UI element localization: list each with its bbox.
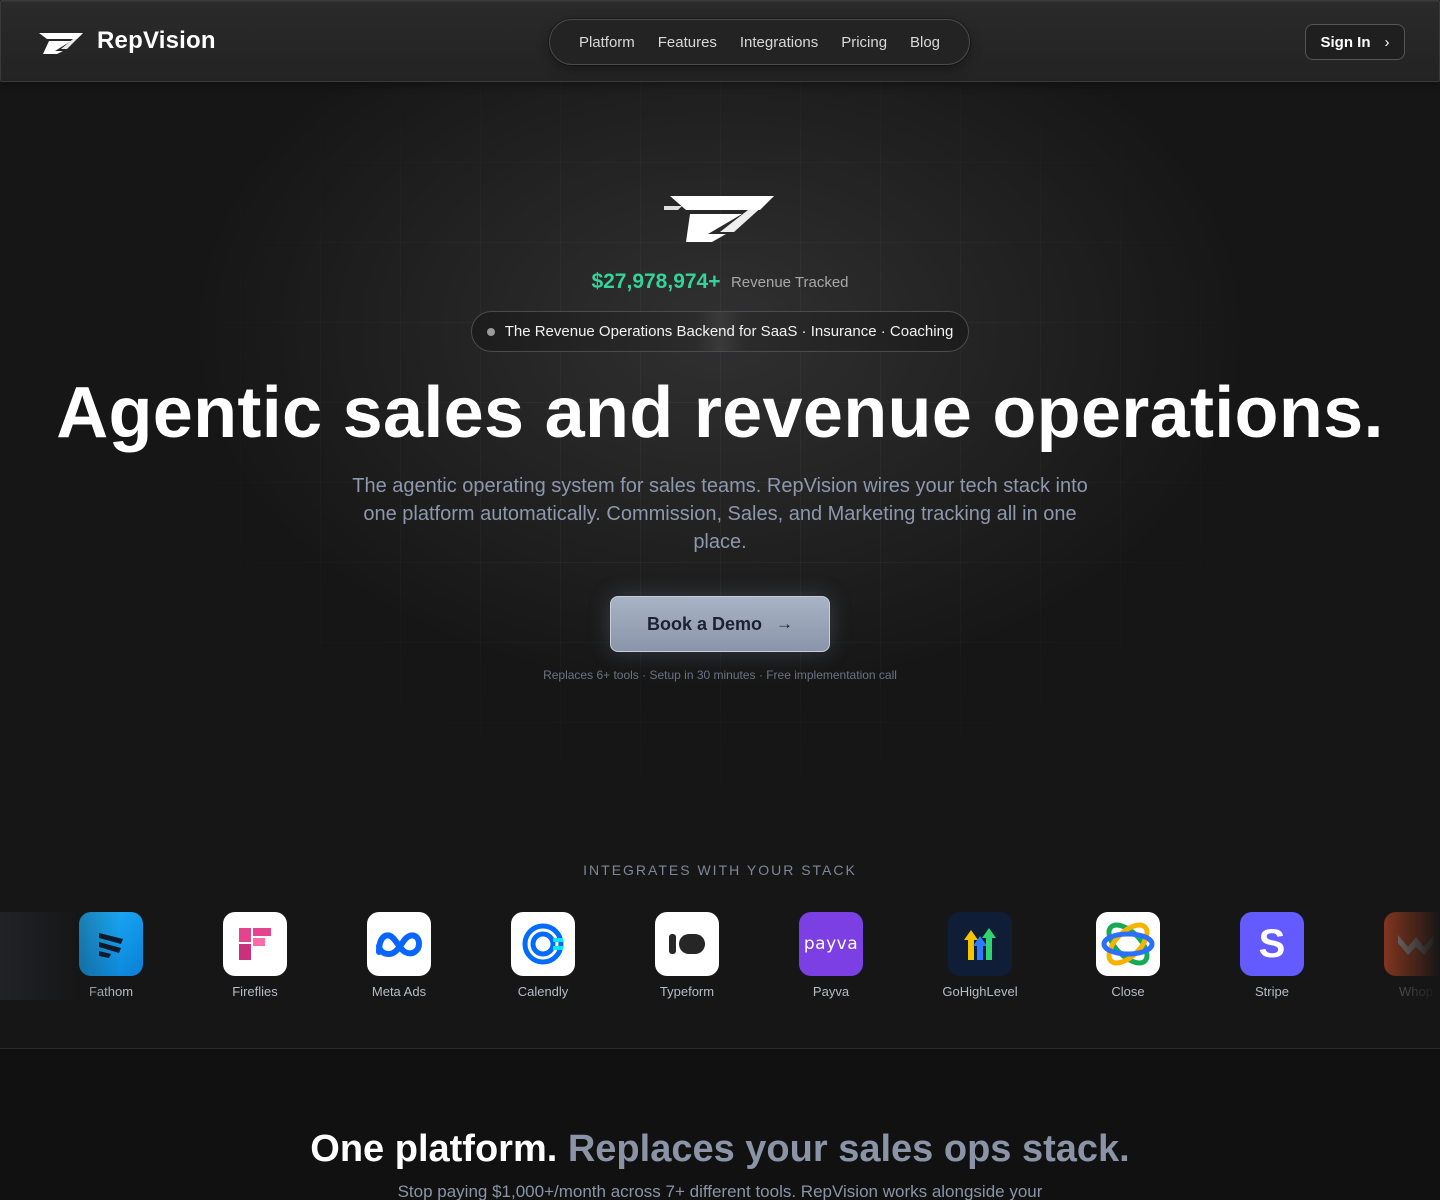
- integration-payva[interactable]: payva Payva: [781, 912, 881, 999]
- integration-fireflies[interactable]: Fireflies: [205, 912, 305, 999]
- section-title-primary: One platform.: [310, 1128, 558, 1170]
- stripe-letter: S: [1258, 921, 1286, 966]
- nav-pricing[interactable]: Pricing: [841, 34, 887, 51]
- payva-icon: payva: [799, 912, 863, 976]
- book-demo-label: Book a Demo: [646, 613, 763, 634]
- meta-icon: [367, 912, 431, 976]
- chevron-right-icon: ›: [1384, 33, 1390, 51]
- cta-note: Replaces 6+ tools · Setup in 30 minutes …: [543, 668, 897, 682]
- main-nav: Platform Features Integrations Pricing B…: [549, 19, 970, 65]
- hero-headline: Agentic sales and revenue operations.: [56, 373, 1384, 453]
- section-subtitle: Stop paying $1,000+/month across 7+ diff…: [397, 1182, 1043, 1200]
- hero-subtitle: The agentic operating system for sales t…: [352, 475, 1088, 553]
- tagline-text: The Revenue Operations Backend for SaaS …: [504, 323, 954, 340]
- integrations-carousel: Fathom Fireflies Meta Ads Calendly Typef…: [0, 912, 1440, 1000]
- nav-features[interactable]: Features: [658, 34, 717, 51]
- revenue-label: Revenue Tracked: [730, 273, 849, 291]
- payva-wordmark: payva: [803, 934, 859, 954]
- gohighlevel-icon: [948, 912, 1012, 976]
- integration-label: Calendly: [517, 984, 569, 999]
- revenue-tracker: $27,978,974+ Revenue Tracked: [0, 270, 1440, 294]
- integration-meta-ads[interactable]: Meta Ads: [349, 912, 449, 999]
- hero-logo-icon: [664, 196, 774, 242]
- integration-stripe[interactable]: S Stripe: [1222, 912, 1322, 999]
- integration-close[interactable]: Close: [1078, 912, 1178, 999]
- section-title: One platform. Replaces your sales ops st…: [0, 1126, 1440, 1172]
- brand[interactable]: RepVision: [37, 27, 216, 55]
- typeform-icon: [655, 912, 719, 976]
- integration-label: Fathom: [88, 984, 134, 999]
- fireflies-icon: [223, 912, 287, 976]
- integration-label: Stripe: [1255, 984, 1289, 999]
- integration-label: Typeform: [659, 984, 715, 999]
- integration-gohighlevel[interactable]: GoHighLevel: [930, 912, 1030, 999]
- integration-whop[interactable]: Whop: [1366, 912, 1440, 999]
- site-header: RepVision Platform Features Integrations…: [0, 0, 1440, 82]
- repvision-logo-icon: [39, 33, 83, 54]
- book-demo-button[interactable]: Book a Demo →: [610, 596, 830, 652]
- whop-icon: [1384, 912, 1440, 976]
- arrow-right-icon: →: [776, 614, 794, 633]
- revenue-amount: $27,978,974+: [591, 270, 721, 293]
- integration-calendly[interactable]: Calendly: [493, 912, 593, 999]
- integration-label: Close: [1111, 984, 1145, 999]
- nav-platform[interactable]: Platform: [579, 34, 635, 51]
- sign-in-button[interactable]: Sign In ›: [1305, 24, 1405, 60]
- fathom-icon: [79, 912, 143, 976]
- calendly-icon: [511, 912, 575, 976]
- integration-label: Whop: [1399, 984, 1433, 999]
- integration-fathom[interactable]: Fathom: [61, 912, 161, 999]
- nav-blog[interactable]: Blog: [910, 34, 940, 51]
- integration-typeform[interactable]: Typeform: [637, 912, 737, 999]
- brand-name: RepVision: [97, 27, 216, 54]
- stripe-icon: S: [1240, 912, 1304, 976]
- integration-label: GoHighLevel: [942, 984, 1018, 999]
- sign-in-label: Sign In: [1320, 33, 1371, 51]
- tagline-pill: The Revenue Operations Backend for SaaS …: [471, 311, 969, 352]
- integrations-title: INTEGRATES WITH YOUR STACK: [583, 862, 857, 878]
- status-dot-icon: [486, 327, 495, 336]
- section-title-secondary: Replaces your sales ops stack.: [567, 1128, 1130, 1170]
- integration-label: Meta Ads: [371, 984, 427, 999]
- integration-label: Payva: [812, 984, 850, 999]
- close-crm-icon: [1096, 912, 1160, 976]
- integration-label: Fireflies: [232, 984, 278, 999]
- nav-integrations[interactable]: Integrations: [740, 34, 818, 51]
- platform-section: [0, 1049, 1440, 1200]
